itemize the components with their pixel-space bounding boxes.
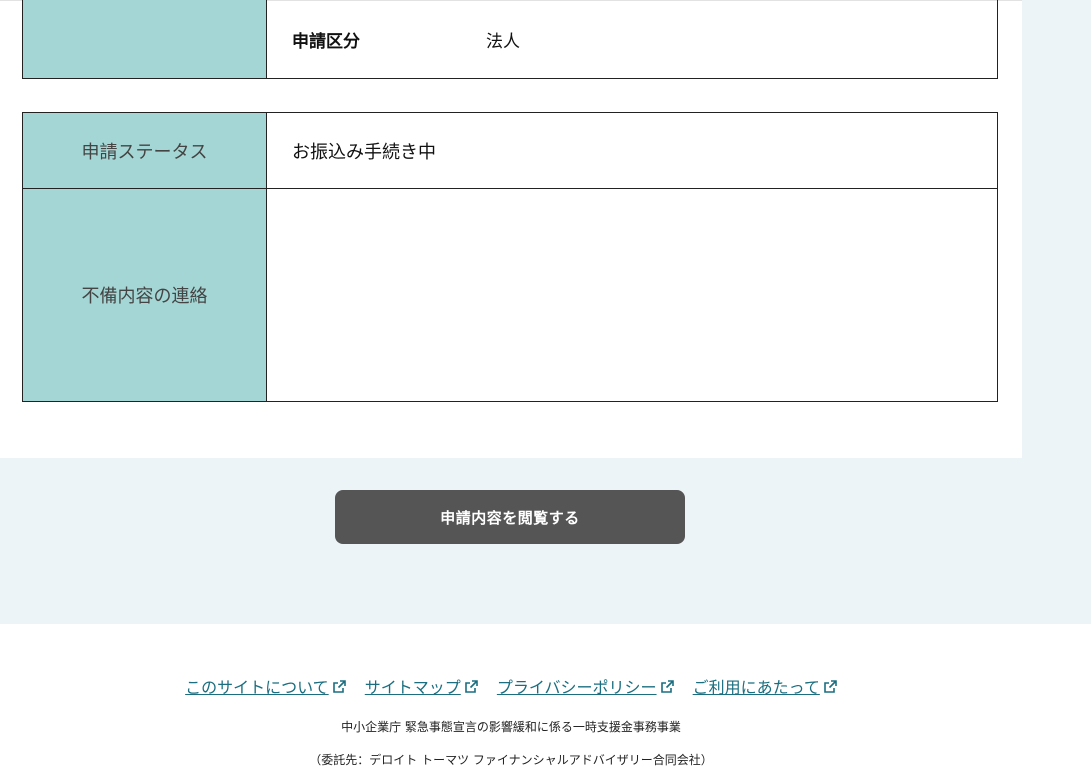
- external-link-icon: [332, 680, 346, 693]
- external-link-icon: [464, 680, 478, 693]
- table-row: 不備内容の連絡: [22, 188, 998, 402]
- footer-link-sitemap[interactable]: サイトマップ: [365, 678, 478, 697]
- applicant-type-cell: 申請区分 法人: [266, 0, 998, 79]
- footer-link-label: このサイトについて: [185, 678, 329, 697]
- deficiency-value: [266, 188, 998, 402]
- page: 申請区分 法人 申請ステータス お振込み手続き中 不備内容の連絡 申請内容を閲覧す…: [0, 0, 1091, 780]
- applicant-type-label: 申請区分: [292, 31, 360, 52]
- footer-link-label: ご利用にあたって: [692, 678, 820, 697]
- view-application-button[interactable]: 申請内容を閲覧する: [335, 490, 685, 544]
- footer-link-label: サイトマップ: [364, 678, 461, 697]
- status-value: お振込み手続き中: [266, 112, 998, 189]
- table-row: 申請区分 法人: [22, 0, 998, 79]
- footer-link-about[interactable]: このサイトについて: [185, 678, 346, 697]
- deficiency-label: 不備内容の連絡: [22, 188, 267, 402]
- status-label: 申請ステータス: [22, 112, 267, 189]
- footer-links: このサイトについて サイトマップ プライバシーポリシー ご利用にあたって: [0, 674, 1022, 698]
- footer-contractor: （委託先：デロイト トーマツ ファイナンシャルアドバイザリー合同会社）: [309, 753, 713, 767]
- applicant-type-value: 法人: [486, 31, 520, 52]
- applicant-type-table: 申請区分 法人: [22, 0, 998, 79]
- footer-link-terms[interactable]: ご利用にあたって: [693, 678, 837, 697]
- table-row: 申請ステータス お振込み手続き中: [22, 112, 998, 189]
- external-link-icon: [824, 680, 837, 693]
- footer-organization: 中小企業庁 緊急事態宣言の影響緩和に係る一時支援金事務事業: [341, 720, 681, 734]
- status-table: 申請ステータス お振込み手続き中 不備内容の連絡: [22, 112, 998, 402]
- footer-link-privacy[interactable]: プライバシーポリシー: [497, 678, 674, 697]
- footer-link-label: プライバシーポリシー: [496, 678, 657, 697]
- external-link-icon: [660, 680, 674, 693]
- empty-label-cell: [22, 0, 267, 79]
